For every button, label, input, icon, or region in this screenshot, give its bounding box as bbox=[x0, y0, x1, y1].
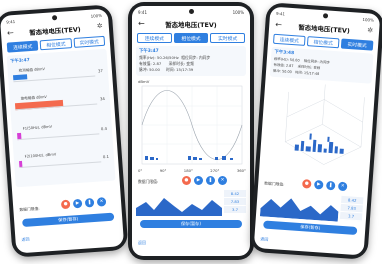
tab-phase[interactable]: 相位模式 bbox=[306, 36, 340, 49]
phone-1-screen: 9:41 100% ← 暂态地电压(TEV) ✲ 连续模式 相位模式 实时模式 下… bbox=[0, 8, 125, 254]
x-tick: 360° bbox=[236, 168, 246, 173]
tab-continuous[interactable]: 连续模式 bbox=[272, 33, 306, 46]
level-row: F1(50Hz), dBmV 0.4 bbox=[17, 121, 108, 143]
status-battery: 100% bbox=[362, 16, 375, 23]
tab-phase[interactable]: 相位模式 bbox=[173, 33, 209, 43]
side-value: 3.7 bbox=[339, 211, 363, 222]
threshold-label: 数据门限值: bbox=[138, 179, 159, 184]
record-icon[interactable]: ● bbox=[60, 199, 71, 210]
x-tick: 180° bbox=[183, 168, 193, 173]
level-label: F2(100Hz), dBmV bbox=[24, 152, 57, 159]
save-button[interactable]: 保存(暂存) bbox=[140, 220, 242, 228]
tab-realtime[interactable]: 实时模式 bbox=[210, 33, 246, 43]
level-row: 放电幅值 dBmV 34 bbox=[14, 91, 106, 113]
threshold-label: 数据门限值: bbox=[19, 205, 40, 213]
side-value: 3.7 bbox=[224, 206, 246, 214]
phone-2-screen: 9:41 100% ← 暂态地电压(TEV) 连续模式 相位模式 实时模式 下午3… bbox=[132, 6, 250, 256]
pause-icon[interactable]: ❚ bbox=[325, 180, 336, 191]
gear-icon[interactable]: ✲ bbox=[97, 22, 103, 30]
save-button[interactable]: 保存(暂存) bbox=[263, 220, 358, 236]
info-card: 下午3:48 频率(Hz): 50.00 相位同步: 内同步 有效值: 2.87… bbox=[269, 46, 374, 84]
level-value: 37 bbox=[97, 68, 104, 74]
threshold-label: 数据门限值: bbox=[264, 180, 285, 187]
time-label: 下午3:47 bbox=[139, 49, 159, 54]
page-title: 暂态地电压(TEV) bbox=[165, 21, 217, 29]
phone-3-screen: 9:41 100% ← 暂态地电压(TEV) ✲ 连续模式 相位模式 实时模式 下… bbox=[253, 6, 381, 256]
save-button[interactable]: 保存(暂存) bbox=[22, 212, 115, 227]
level-label: F1(50Hz), dBmV bbox=[22, 124, 53, 131]
level-value: 0.1 bbox=[102, 153, 110, 160]
level-card: 下午3:47 检测幅值 dBmV 37 放电幅值 dBmV 34 F1(50Hz… bbox=[6, 48, 116, 188]
trend-chart bbox=[259, 198, 339, 222]
pause-icon[interactable]: ❚ bbox=[206, 176, 215, 185]
tab-phase[interactable]: 相位模式 bbox=[39, 38, 72, 51]
side-values: 8.42 7.83 3.7 bbox=[224, 190, 246, 214]
level-row: 检测幅值 dBmV 37 bbox=[12, 63, 104, 85]
status-time: 9:41 bbox=[138, 9, 147, 15]
level-label: 检测幅值 dBmV bbox=[18, 67, 46, 73]
phone-2: 9:41 100% ← 暂态地电压(TEV) 连续模式 相位模式 实时模式 下午3… bbox=[128, 2, 254, 260]
phone-3: 9:41 100% ← 暂态地电压(TEV) ✲ 连续模式 相位模式 实时模式 下… bbox=[249, 2, 382, 260]
play-icon[interactable]: ▶ bbox=[72, 198, 83, 209]
back-link[interactable]: 返回 bbox=[21, 237, 29, 244]
info-card: 下午3:47 频率(Hz): 50.26/50Hz 相位同步: 内同步 有效值:… bbox=[136, 46, 246, 76]
level-row: F2(100Hz), dBmV 0.1 bbox=[18, 149, 110, 171]
status-time: 9:41 bbox=[275, 10, 286, 16]
pause-icon[interactable]: ❚ bbox=[84, 197, 95, 208]
play-icon[interactable]: ▶ bbox=[313, 179, 324, 190]
delete-icon[interactable]: ✕ bbox=[96, 197, 107, 207]
time-label: 下午3:47 bbox=[9, 58, 30, 65]
tab-continuous[interactable]: 连续模式 bbox=[137, 33, 172, 43]
x-ticks: 0° 90° 180° 270° 360° bbox=[138, 168, 246, 173]
level-value: 0.4 bbox=[100, 125, 108, 132]
camera-hole bbox=[189, 9, 194, 14]
back-link[interactable]: 返回 bbox=[260, 236, 268, 243]
gear-icon[interactable]: ✲ bbox=[367, 26, 373, 34]
level-value: 34 bbox=[99, 95, 106, 102]
phase-chart bbox=[141, 85, 243, 165]
side-values: 8.42 7.83 3.7 bbox=[339, 195, 364, 222]
status-battery: 100% bbox=[90, 12, 103, 19]
status-battery: 100% bbox=[232, 9, 244, 15]
side-value: 7.83 bbox=[224, 198, 246, 206]
x-tick: 0° bbox=[138, 168, 143, 173]
record-icon[interactable]: ● bbox=[182, 176, 191, 185]
level-bar bbox=[12, 74, 28, 81]
phone-1: 9:41 100% ← 暂态地电压(TEV) ✲ 连续模式 相位模式 实时模式 下… bbox=[0, 4, 129, 258]
x-tick: 90° bbox=[159, 168, 167, 173]
delete-icon[interactable]: ✕ bbox=[218, 176, 227, 185]
play-icon[interactable]: ▶ bbox=[194, 176, 203, 185]
tab-realtime[interactable]: 实时模式 bbox=[73, 35, 106, 48]
delete-icon[interactable]: ✕ bbox=[337, 181, 348, 192]
record-icon[interactable]: ● bbox=[301, 179, 312, 189]
side-value: 8.42 bbox=[224, 190, 246, 198]
info-grid: 频率(Hz): 50.26/50Hz 相位同步: 内同步 有效值: 2.87 采… bbox=[139, 55, 211, 72]
trend-chart bbox=[136, 198, 222, 216]
status-time: 9:41 bbox=[6, 18, 16, 25]
info-grid: 频率(Hz): 50.00 相位同步: 内同步 有效值: 2.87 采样时长: … bbox=[272, 56, 330, 77]
tab-realtime[interactable]: 实时模式 bbox=[340, 38, 374, 51]
tab-continuous[interactable]: 连续模式 bbox=[6, 40, 39, 53]
x-tick: 270° bbox=[210, 168, 220, 173]
back-link[interactable]: 返回 bbox=[138, 240, 146, 246]
3d-chart bbox=[284, 84, 365, 165]
